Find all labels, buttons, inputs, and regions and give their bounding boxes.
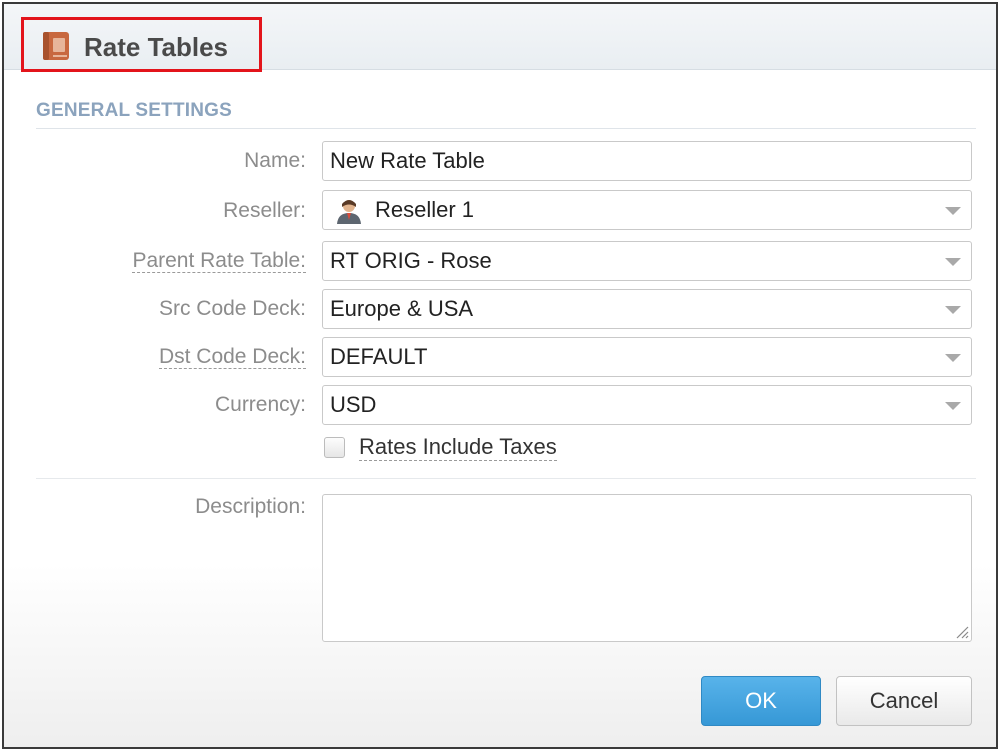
parent-rate-table-label[interactable]: Parent Rate Table:: [132, 248, 306, 274]
dst-code-deck-value: DEFAULT: [330, 344, 428, 369]
rates-include-taxes-checkbox[interactable]: [324, 437, 345, 458]
currency-select[interactable]: USD: [322, 385, 972, 425]
dst-code-deck-label-text[interactable]: Dst Code Deck:: [158, 345, 306, 369]
src-code-deck-value: Europe & USA: [330, 296, 474, 321]
parent-rate-table-value: RT ORIG - Rose: [330, 248, 492, 273]
resize-grip-icon[interactable]: [955, 625, 969, 639]
reseller-value: Reseller 1: [375, 197, 475, 222]
book-icon: [43, 32, 69, 60]
section-divider: [36, 128, 976, 129]
src-code-deck-label: Src Code Deck:: [158, 297, 306, 320]
form-divider: [36, 478, 976, 479]
description-textarea[interactable]: [322, 494, 972, 642]
reseller-label: Reseller:: [223, 199, 306, 222]
name-input[interactable]: [330, 142, 971, 180]
page-title: Rate Tables: [84, 32, 229, 62]
chevron-down-icon[interactable]: [945, 258, 961, 266]
chevron-down-icon[interactable]: [945, 306, 961, 314]
chevron-down-icon[interactable]: [945, 402, 961, 410]
chevron-down-icon[interactable]: [945, 354, 961, 362]
rate-table-dialog: Rate Tables GENERAL SETTINGS Name: Resel…: [2, 2, 998, 749]
reseller-avatar-icon: [337, 200, 361, 224]
cancel-button[interactable]: Cancel: [836, 676, 972, 726]
name-field[interactable]: [322, 141, 972, 181]
parent-rate-table-label-text[interactable]: Parent Rate Table:: [132, 249, 306, 273]
dst-code-deck-select[interactable]: DEFAULT: [322, 337, 972, 377]
description-label: Description:: [195, 495, 306, 518]
currency-value: USD: [330, 392, 377, 417]
parent-rate-table-select[interactable]: RT ORIG - Rose: [322, 241, 972, 281]
section-title: GENERAL SETTINGS: [36, 100, 233, 121]
dst-code-deck-label[interactable]: Dst Code Deck:: [158, 344, 306, 370]
currency-label: Currency:: [214, 393, 306, 416]
chevron-down-icon[interactable]: [945, 207, 961, 215]
name-label: Name:: [244, 149, 306, 172]
rates-include-taxes-label[interactable]: Rates Include Taxes: [359, 434, 557, 461]
src-code-deck-select[interactable]: Europe & USA: [322, 289, 972, 329]
ok-button[interactable]: OK: [701, 676, 821, 726]
reseller-select[interactable]: Reseller 1: [322, 190, 972, 230]
